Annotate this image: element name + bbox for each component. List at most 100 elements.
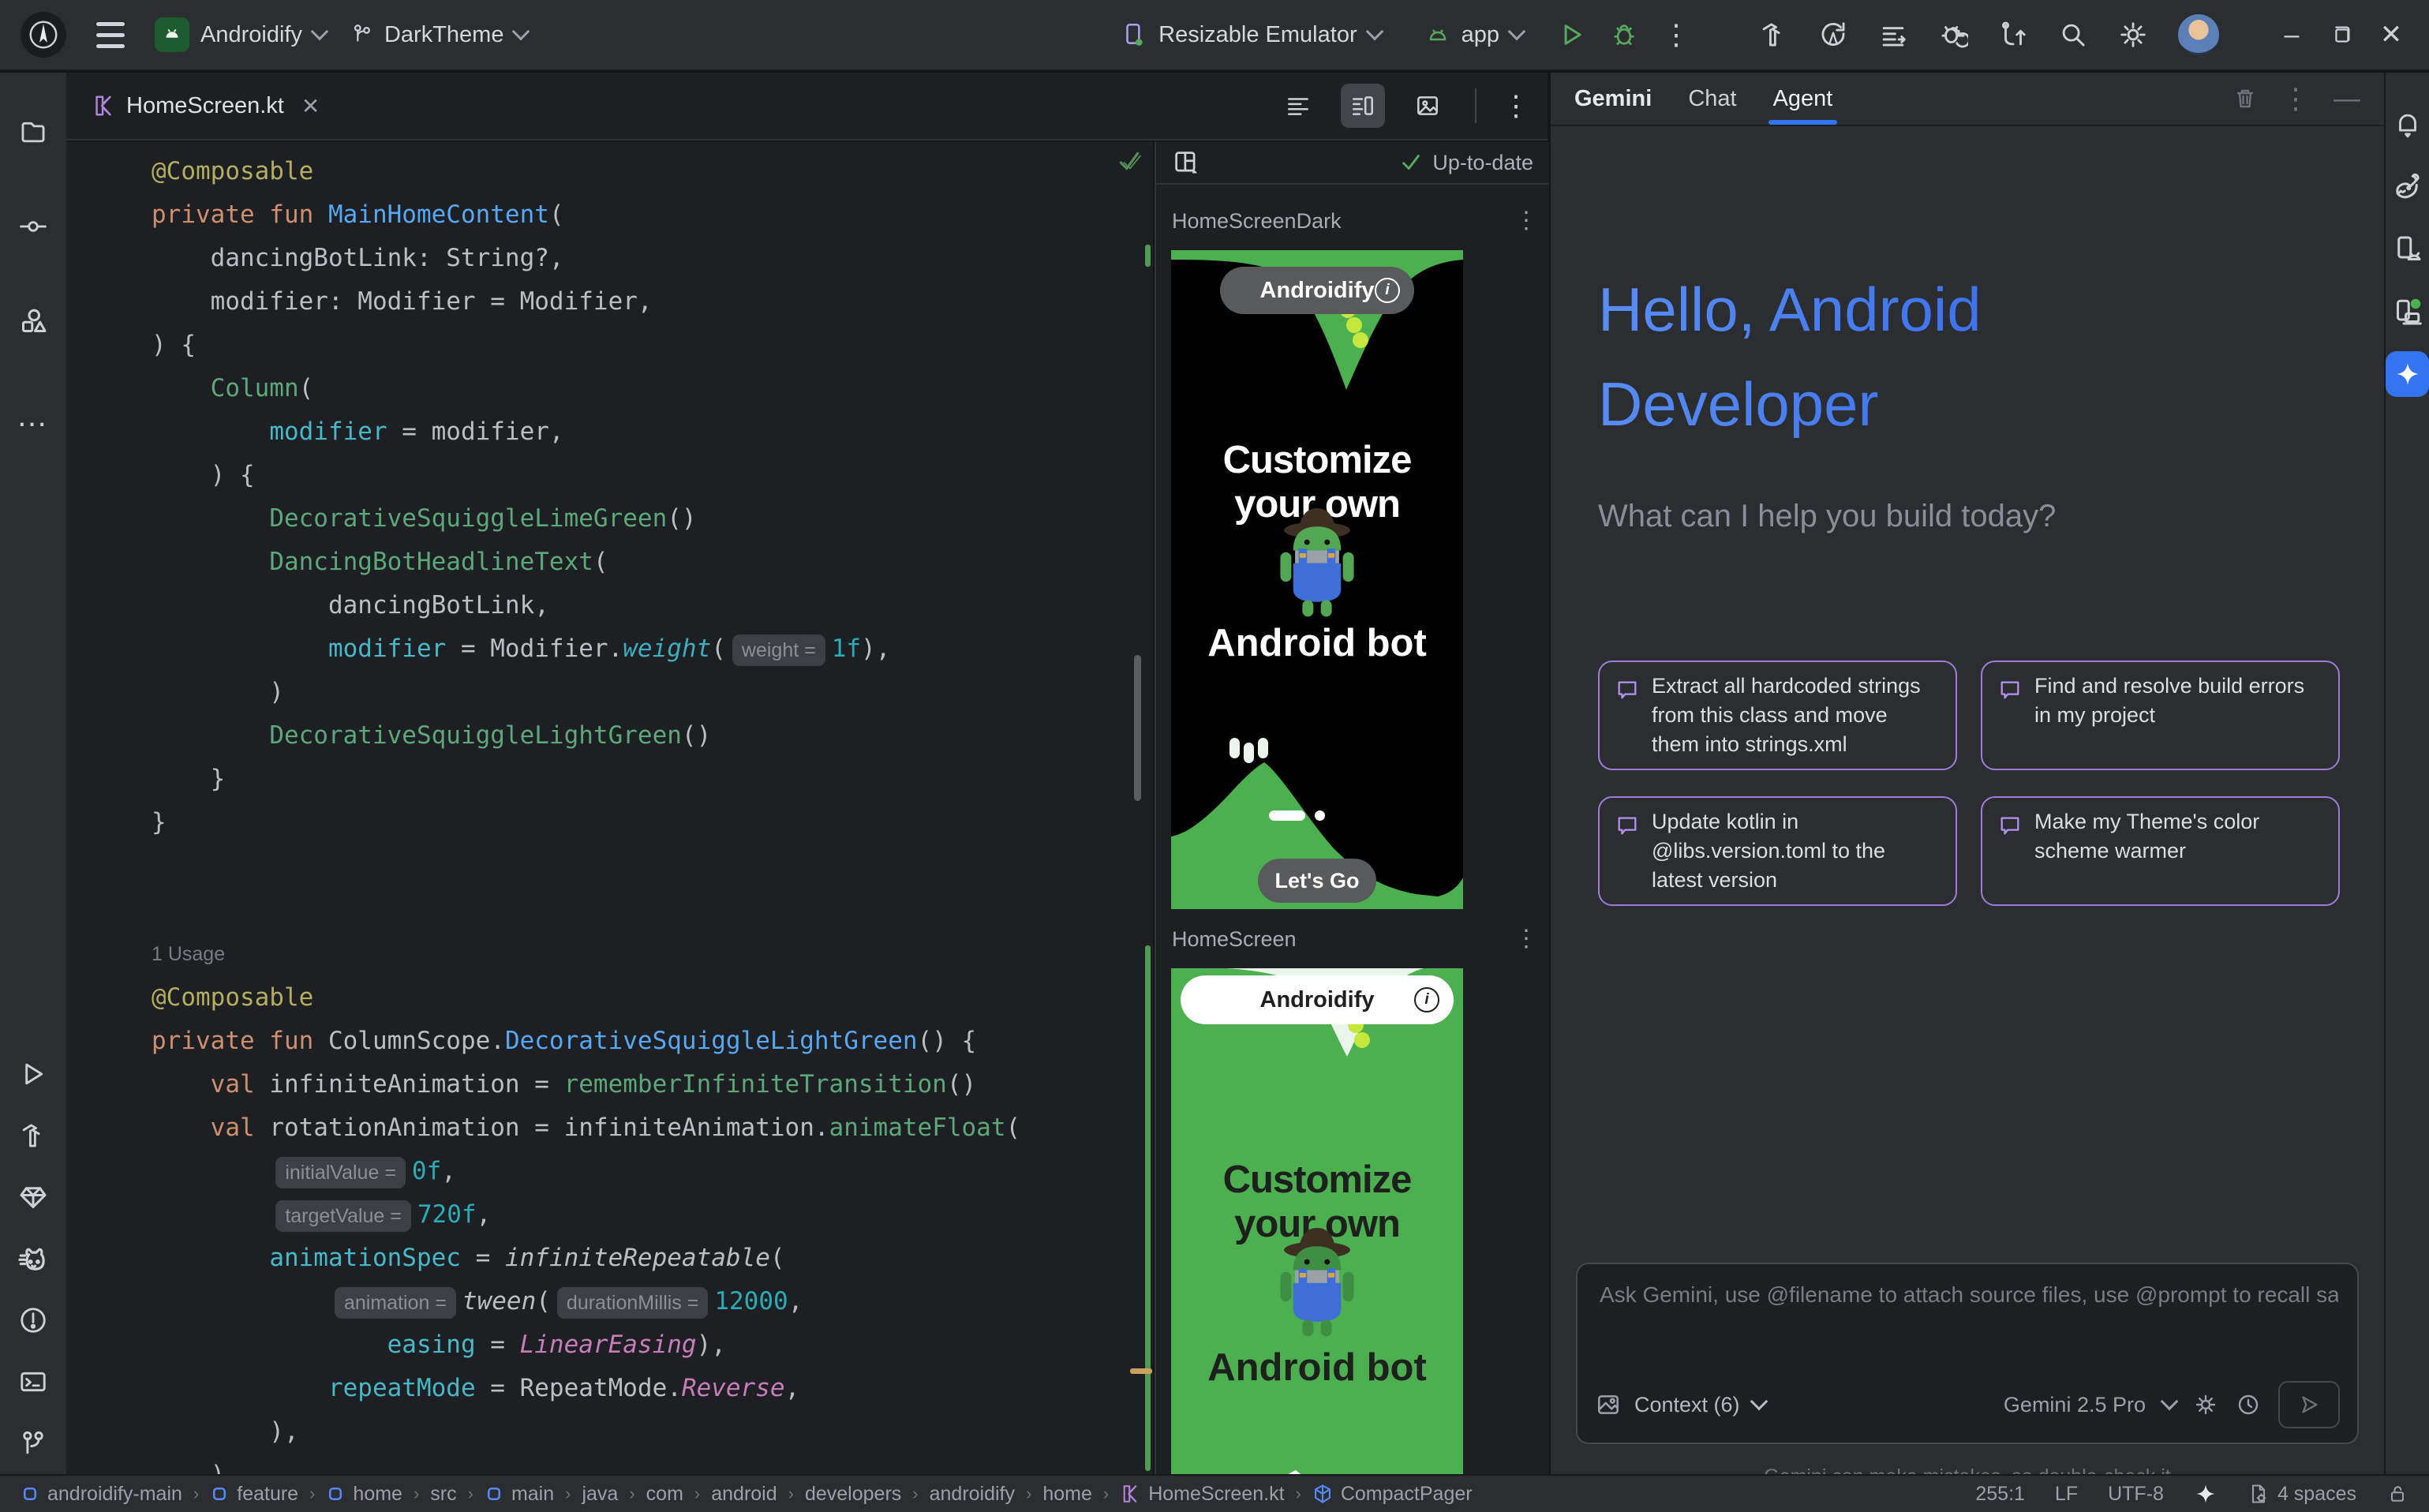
encoding-selector[interactable]: UTF-8 [2108,1483,2164,1506]
search-everywhere-icon[interactable] [2058,20,2088,50]
breadcrumb-item[interactable]: androidify [930,1483,1015,1506]
readonly-lock-icon[interactable] [2386,1483,2408,1505]
breadcrumb-item[interactable]: HomeScreen.kt [1120,1483,1284,1506]
settings-icon[interactable] [2118,20,2148,50]
preview-item-menu[interactable]: ⋮ [1514,207,1538,235]
debug-button[interactable] [1610,21,1638,49]
headline-text-2: Android bot [1171,1345,1463,1390]
breadcrumb-item[interactable]: android [711,1483,777,1506]
indent-selector[interactable]: 4 spaces [2247,1483,2356,1506]
suggestion-card[interactable]: Extract all hardcoded strings from this … [1598,661,1957,770]
tab-agent[interactable]: Agent [1773,73,1833,125]
run-button[interactable] [1558,21,1586,49]
gemini-options-button[interactable]: ⋮ [2281,84,2310,113]
breadcrumb-separator: › [414,1484,419,1504]
delete-conversation-icon[interactable] [2233,86,2258,111]
build-tool-icon[interactable] [18,1121,48,1151]
more-tools-button[interactable]: … [0,385,66,447]
vcs-update-icon[interactable] [1998,20,2028,50]
history-icon[interactable] [2236,1392,2261,1417]
window-maximize-button[interactable] [2330,23,2353,47]
gemini-settings-icon[interactable] [2193,1392,2218,1417]
breadcrumb-item[interactable]: developers [805,1483,901,1506]
device-manager-icon[interactable] [2392,234,2423,265]
tab-homescreen-kt[interactable]: HomeScreen.kt ✕ [84,73,327,139]
breadcrumb-item[interactable]: home [1042,1483,1092,1506]
context-selector[interactable]: Context (6) [1634,1393,1740,1417]
main-menu-button[interactable] [90,16,131,54]
version-control-icon[interactable] [18,1428,48,1458]
model-selector[interactable]: Gemini 2.5 Pro [2004,1393,2146,1417]
check-icon [1399,151,1423,174]
attach-image-icon[interactable] [1595,1391,1622,1418]
breadcrumb-separator: › [1103,1484,1109,1504]
breadcrumb-item[interactable]: com [646,1483,683,1506]
hide-panel-button[interactable]: — [2334,84,2360,114]
prompt-input[interactable] [1598,1282,2340,1308]
split-view-button[interactable] [1341,84,1385,128]
chevron-down-icon [1750,1393,1768,1411]
breadcrumb-separator: › [193,1484,199,1504]
preview-item-menu[interactable]: ⋮ [1514,925,1538,953]
build-icon[interactable] [1758,20,1788,50]
running-devices-icon[interactable] [2392,296,2423,327]
preview-phone-dark[interactable]: Androidify i Customizeyour own Android b… [1171,250,1463,909]
gradle-icon[interactable] [2392,171,2423,203]
suggestion-card[interactable]: Update kotlin in @libs.version.toml to t… [1598,796,1957,906]
project-selector[interactable]: Androidify [155,17,326,52]
resource-manager-icon[interactable] [17,305,49,337]
run-tool-icon[interactable] [18,1059,48,1089]
window-close-button[interactable]: ✕ [2374,19,2408,51]
breadcrumb-separator: › [788,1484,794,1504]
apply-changes-icon[interactable] [1938,20,1968,50]
window-minimize-button[interactable]: – [2274,20,2309,51]
logcat-icon[interactable] [17,1242,50,1275]
prompt-bubble-icon [1998,678,2022,702]
breadcrumb-item[interactable]: java [582,1483,618,1506]
commit-tool-icon[interactable] [18,211,48,241]
terminal-icon[interactable] [18,1367,48,1397]
send-button[interactable] [2278,1381,2340,1428]
gemini-input-box[interactable]: Context (6) Gemini 2.5 Pro [1576,1263,2359,1444]
preview-phone-light[interactable]: Androidify i Customizeyour own Android b… [1171,968,1463,1474]
gradle-sync-icon[interactable] [1818,20,1848,50]
breadcrumb-separator: › [912,1484,918,1504]
design-view-button[interactable] [1405,84,1450,128]
caret-position[interactable]: 255:1 [1975,1483,2025,1506]
user-avatar[interactable] [2178,14,2219,55]
suggestion-card[interactable]: Find and resolve build errors in my proj… [1981,661,2340,770]
build-variants-icon[interactable] [1878,20,1908,50]
breadcrumb-item[interactable]: main [485,1483,554,1506]
problems-icon[interactable] [18,1305,48,1335]
device-selector[interactable]: Resizable Emulator [1121,21,1380,48]
info-icon[interactable]: i [1414,987,1439,1012]
code-area: @Composableprivate fun MainHomeContent( … [152,150,1020,1474]
breadcrumb-item[interactable]: CompactPager [1312,1483,1473,1506]
tab-close-icon[interactable]: ✕ [301,93,320,119]
run-config-selector[interactable]: app [1425,22,1523,48]
more-run-options-button[interactable]: ⋮ [1662,21,1690,49]
info-icon[interactable]: i [1375,278,1400,303]
breadcrumb[interactable]: androidify-main › feature › home › src › main › ja… [21,1483,1959,1506]
breadcrumb-item[interactable]: androidify-main [21,1483,182,1506]
branch-selector[interactable]: DarkTheme [350,22,528,48]
notifications-icon[interactable] [2393,110,2423,140]
code-view-button[interactable] [1276,84,1320,128]
inspection-ok-icon[interactable] [1116,148,1143,175]
breadcrumb-item[interactable]: src [430,1483,456,1506]
tab-chat[interactable]: Chat [1688,73,1736,125]
breadcrumb-item[interactable]: feature [210,1483,298,1506]
app-insights-icon[interactable] [17,1181,49,1213]
code-editor[interactable]: @Composableprivate fun MainHomeContent( … [66,142,1153,1474]
suggestion-card[interactable]: Make my Theme's color scheme warmer [1981,796,2340,906]
editor-options-button[interactable]: ⋮ [1502,92,1530,120]
line-ending-selector[interactable]: LF [2055,1483,2078,1506]
chevron-down-icon [512,23,530,41]
editor-vertical-scrollbar[interactable] [1134,655,1141,801]
gemini-tool-button[interactable] [2386,351,2429,397]
preview-layout-icon[interactable] [1172,148,1200,177]
ai-status-icon[interactable] [2194,1482,2218,1506]
breadcrumb-item[interactable]: home [326,1483,402,1506]
project-tool-icon[interactable] [18,117,48,147]
lets-go-button[interactable]: Let's Go [1258,859,1376,903]
